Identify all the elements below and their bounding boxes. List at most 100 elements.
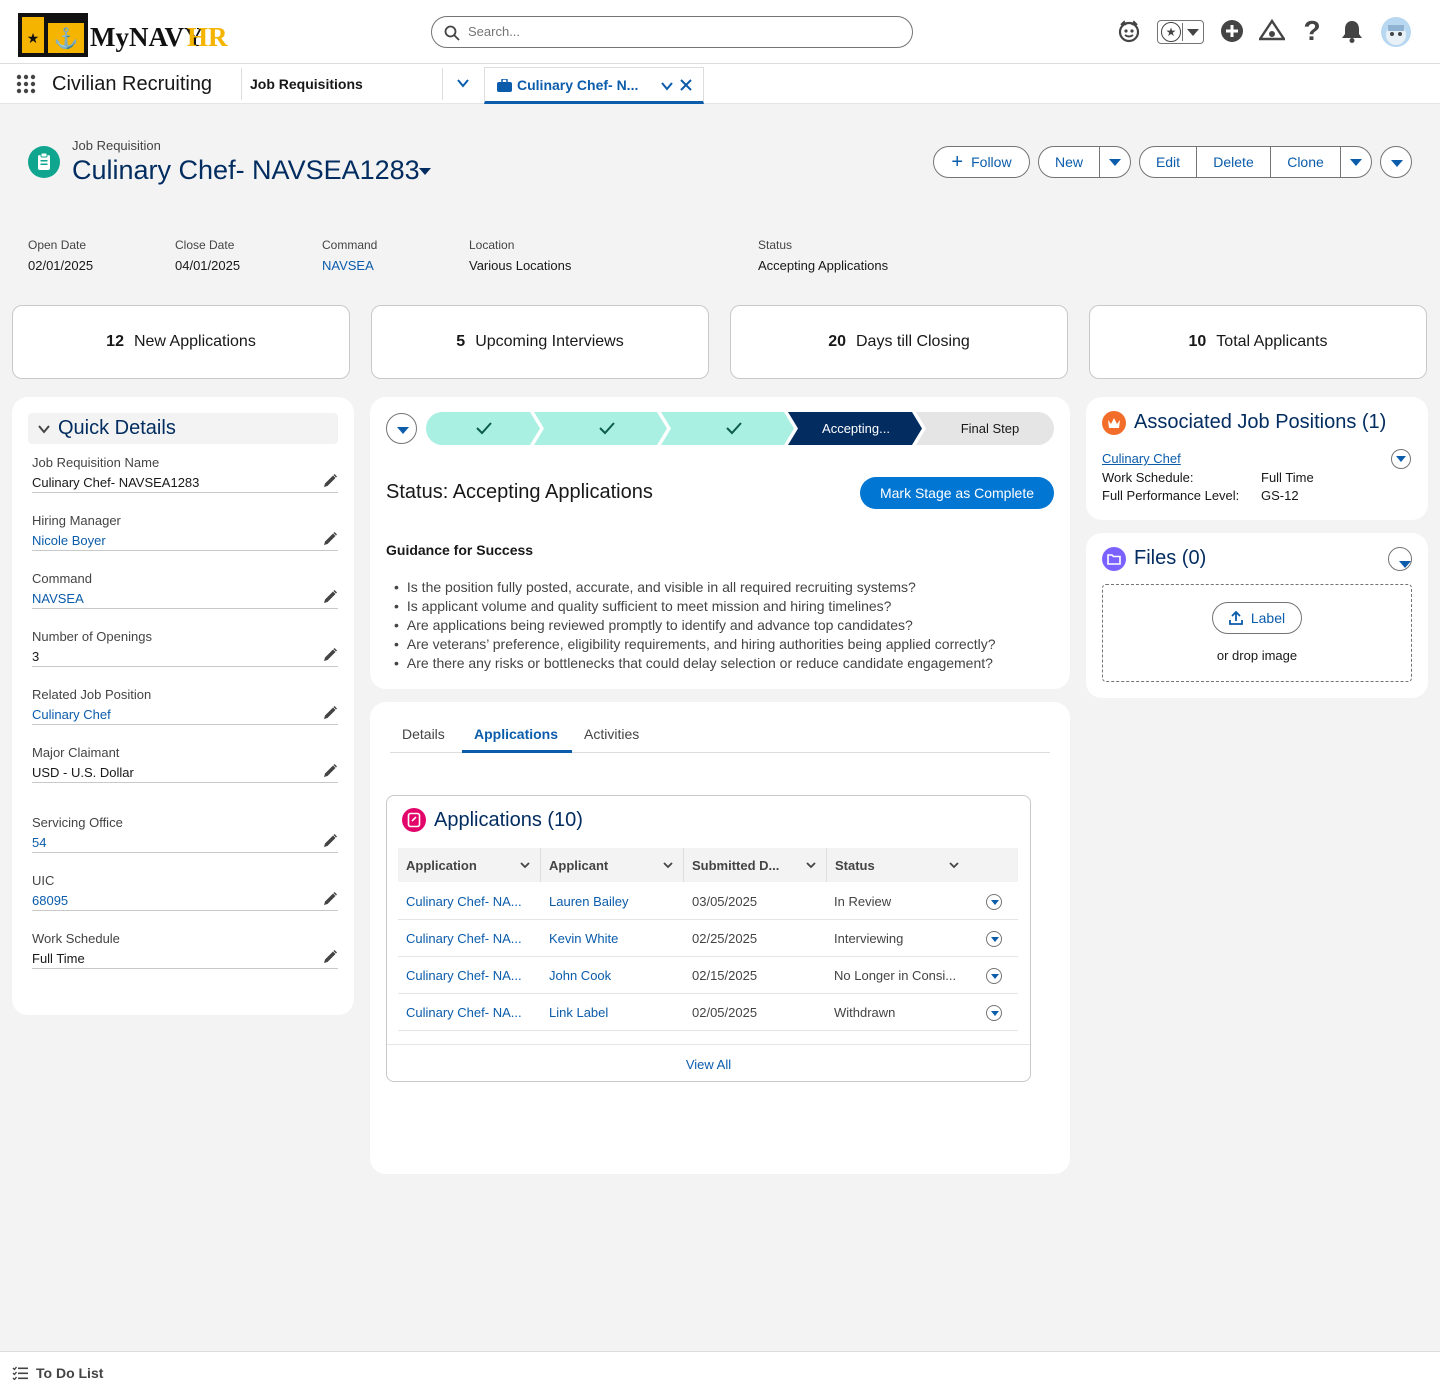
column-header-application[interactable]: Application xyxy=(398,848,541,882)
job-position-link[interactable]: Culinary Chef xyxy=(1102,451,1181,466)
row-actions-button[interactable] xyxy=(986,1005,1002,1021)
title-dropdown-icon[interactable] xyxy=(419,168,431,175)
path-toggle-button[interactable] xyxy=(386,413,417,444)
application-link[interactable]: Culinary Chef- NA... xyxy=(406,894,522,909)
field-label: Related Job Position xyxy=(32,687,152,702)
chevron-down-icon[interactable] xyxy=(660,79,674,93)
chevron-down-icon xyxy=(949,862,959,869)
edit-pencil-icon[interactable] xyxy=(322,647,338,663)
quick-details-section-header[interactable]: Quick Details xyxy=(28,413,338,444)
global-search[interactable] xyxy=(431,16,913,48)
help-icon[interactable]: ? xyxy=(1299,15,1325,46)
field-label: UIC xyxy=(32,873,55,888)
field-value-link[interactable]: 68095 xyxy=(32,893,68,908)
row-actions-button[interactable] xyxy=(986,894,1002,910)
associated-title: Associated Job Positions (1) xyxy=(1134,411,1387,433)
clone-button[interactable]: Clone xyxy=(1270,146,1341,178)
view-all-link[interactable]: View All xyxy=(387,1057,1030,1072)
more-actions-button[interactable] xyxy=(1340,146,1372,178)
status-title: Status: Accepting Applications xyxy=(386,481,653,503)
edit-pencil-icon[interactable] xyxy=(322,705,338,721)
column-header-submitted-date[interactable]: Submitted D... xyxy=(684,848,827,882)
new-button[interactable]: New xyxy=(1038,146,1100,178)
applicant-link[interactable]: Lauren Bailey xyxy=(549,894,629,909)
edit-pencil-icon[interactable] xyxy=(322,763,338,779)
edit-button[interactable]: Edit xyxy=(1139,146,1197,178)
application-link[interactable]: Culinary Chef- NA... xyxy=(406,931,522,946)
edit-pencil-icon[interactable] xyxy=(322,949,338,965)
quick-detail-field: Major Claimant USD - U.S. Dollar xyxy=(32,745,338,783)
close-icon[interactable] xyxy=(680,79,692,91)
chevron-down-icon[interactable] xyxy=(456,76,470,90)
todo-list-button[interactable]: To Do List xyxy=(12,1364,103,1382)
guidance-item: Are veterans’ preference, eligibility re… xyxy=(394,635,1054,654)
application-link[interactable]: Culinary Chef- NA... xyxy=(406,968,522,983)
edit-pencil-icon[interactable] xyxy=(322,473,338,489)
column-header-status[interactable]: Status xyxy=(827,848,1018,882)
mark-stage-complete-button[interactable]: Mark Stage as Complete xyxy=(860,477,1054,509)
add-icon[interactable] xyxy=(1219,18,1245,44)
upload-files-button[interactable]: Label xyxy=(1212,602,1302,634)
quick-detail-field: Servicing Office 54 xyxy=(32,815,338,853)
field-value: 3 xyxy=(32,649,40,664)
field-value: Culinary Chef- NAVSEA1283 xyxy=(32,475,200,490)
applicant-link[interactable]: Link Label xyxy=(549,1005,608,1020)
app-name: Civilian Recruiting xyxy=(52,73,213,95)
column-header-applicant[interactable]: Applicant xyxy=(541,848,684,882)
chevron-down-icon xyxy=(1350,158,1362,166)
field-value-link[interactable]: NAVSEA xyxy=(32,591,84,606)
field-label: Servicing Office xyxy=(32,815,123,830)
field-value-link[interactable]: Culinary Chef xyxy=(32,707,111,722)
application-link[interactable]: Culinary Chef- NA... xyxy=(406,1005,522,1020)
tab-applications[interactable]: Applications xyxy=(474,726,558,742)
files-title: Files (0) xyxy=(1134,547,1207,569)
svg-text:⚓: ⚓ xyxy=(54,26,79,50)
job-position-icon xyxy=(1102,411,1126,435)
table-row: Culinary Chef- NA... Lauren Bailey 03/05/2… xyxy=(398,883,1018,920)
favorites-button[interactable]: ★ xyxy=(1157,20,1204,44)
chevron-down-icon xyxy=(1109,158,1121,166)
application-icon xyxy=(402,808,426,832)
submitted-date: 02/25/2025 xyxy=(692,931,758,946)
tab-details[interactable]: Details xyxy=(402,726,445,742)
tab-job-requisitions[interactable]: Job Requisitions xyxy=(250,76,363,92)
field-value-link[interactable]: Nicole Boyer xyxy=(32,533,106,548)
follow-button[interactable]: + Follow xyxy=(933,146,1030,178)
tab-activities[interactable]: Activities xyxy=(584,726,639,742)
edit-pencil-icon[interactable] xyxy=(322,833,338,849)
metric-new-applications: 12 New Applications xyxy=(12,305,350,379)
job-position-menu-button[interactable] xyxy=(1391,449,1411,469)
notifications-bell-icon[interactable] xyxy=(1339,18,1365,44)
quick-detail-field: UIC 68095 xyxy=(32,873,338,911)
search-input[interactable] xyxy=(468,24,888,39)
header-menu-button[interactable] xyxy=(1380,146,1412,178)
assistant-icon[interactable] xyxy=(1116,18,1142,44)
app-launcher-icon[interactable] xyxy=(16,74,36,94)
applications-title: Applications (10) xyxy=(434,809,583,831)
edit-pencil-icon[interactable] xyxy=(322,891,338,907)
submitted-date: 03/05/2025 xyxy=(692,894,758,909)
applicant-link[interactable]: John Cook xyxy=(549,968,611,983)
row-actions-button[interactable] xyxy=(986,931,1002,947)
delete-button[interactable]: Delete xyxy=(1196,146,1271,178)
quick-detail-field: Hiring Manager Nicole Boyer xyxy=(32,513,338,551)
files-menu-button[interactable] xyxy=(1388,547,1412,571)
svg-text:★: ★ xyxy=(27,30,40,46)
user-avatar[interactable] xyxy=(1381,17,1411,47)
row-actions-button[interactable] xyxy=(986,968,1002,984)
status-text: Interviewing xyxy=(834,931,904,946)
mynavyhr-logo[interactable]: ★ ⚓ MyNAVY HR xyxy=(18,13,230,57)
quick-detail-field: Job Requisition Name Culinary Chef- NAVSE… xyxy=(32,455,338,493)
highlight-close-date: Close Date 04/01/2025 xyxy=(175,238,241,273)
metric-days-till-closing: 20 Days till Closing xyxy=(730,305,1068,379)
applicant-link[interactable]: Kevin White xyxy=(549,931,618,946)
edit-pencil-icon[interactable] xyxy=(322,531,338,547)
tab-culinary-chef[interactable]: Culinary Chef- N... xyxy=(484,67,704,104)
new-dropdown-button[interactable] xyxy=(1099,146,1131,178)
edit-pencil-icon[interactable] xyxy=(322,589,338,605)
field-value-link[interactable]: 54 xyxy=(32,835,46,850)
trailhead-icon[interactable] xyxy=(1259,18,1285,44)
path-stage-complete[interactable] xyxy=(426,412,540,445)
command-link[interactable]: NAVSEA xyxy=(322,258,377,273)
guidance-list: Is the position fully posted, accurate, … xyxy=(394,578,1054,673)
